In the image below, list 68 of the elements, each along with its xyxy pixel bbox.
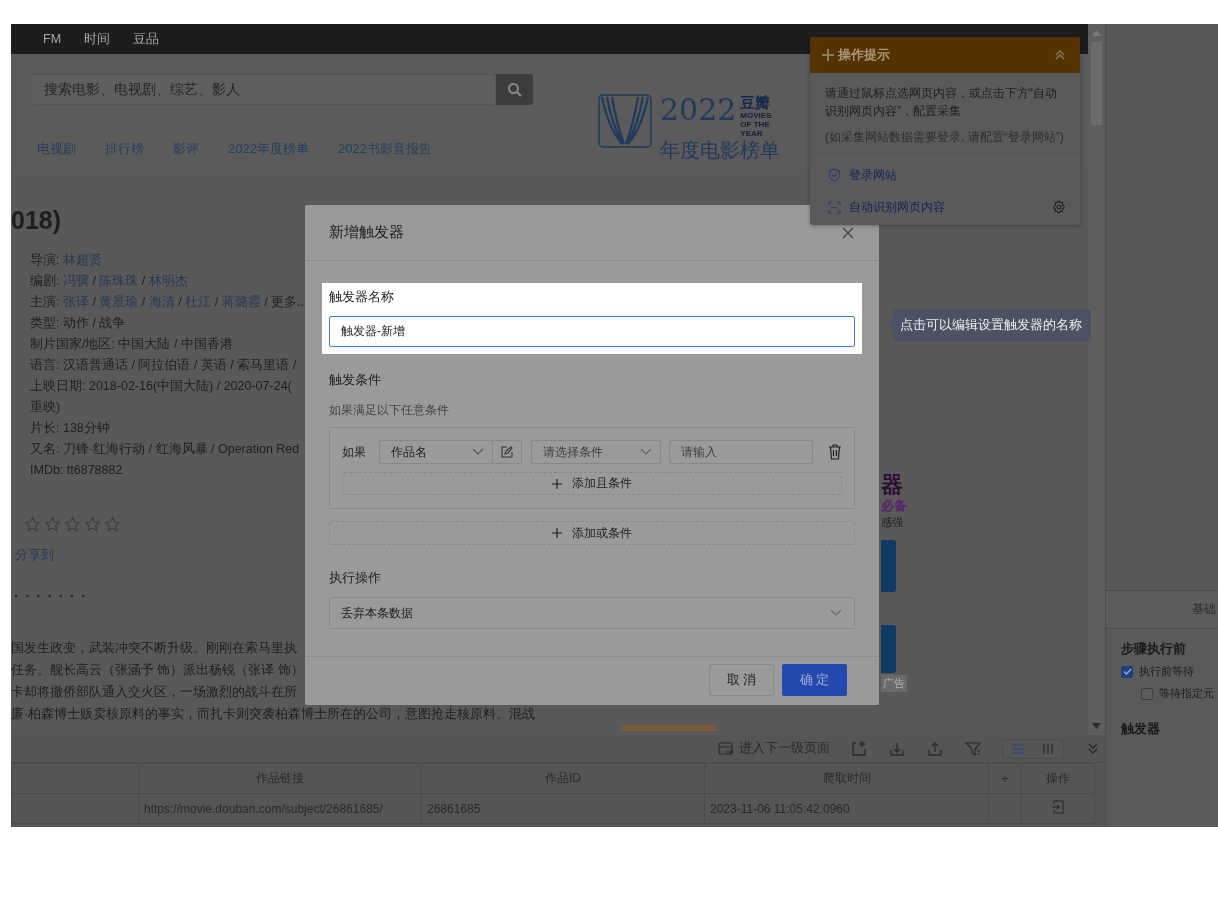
condition-prefix: 如果 bbox=[342, 443, 367, 461]
confirm-button[interactable]: 确 定 bbox=[782, 664, 847, 696]
scan-icon bbox=[828, 200, 841, 214]
value-field[interactable]: 请输入 bbox=[669, 440, 814, 464]
up-arrow-icon[interactable] bbox=[1092, 30, 1101, 36]
ad-title: 器 bbox=[881, 472, 904, 498]
condition-select[interactable]: 请选择条件 bbox=[531, 440, 662, 464]
checkbox[interactable] bbox=[1141, 687, 1153, 700]
panel-title: 操作提示 bbox=[838, 46, 891, 64]
action-select[interactable]: 丢弃本条数据 bbox=[329, 597, 855, 629]
edit-icon bbox=[501, 446, 513, 458]
field-select[interactable]: 作品名 bbox=[378, 440, 493, 464]
filter-icon[interactable] bbox=[964, 739, 982, 758]
search-icon bbox=[506, 81, 523, 98]
conditions-hint: 如果满足以下任意条件 bbox=[329, 403, 450, 417]
movie-title: 018) bbox=[11, 206, 62, 234]
section-title: 触发条件 bbox=[329, 372, 382, 388]
cancel-button[interactable]: 取 消 bbox=[709, 664, 774, 696]
add-page-icon[interactable] bbox=[850, 739, 868, 758]
dialog-title: 新增触发器 bbox=[329, 223, 405, 242]
section-heading: 步骤执行前 bbox=[1121, 641, 1187, 657]
ad-button[interactable] bbox=[881, 540, 896, 592]
close-button[interactable] bbox=[841, 225, 855, 240]
more-link[interactable]: 更多.. bbox=[271, 295, 305, 309]
tooltip: 点击可以编辑设置触发器的名称 bbox=[893, 309, 1091, 341]
star-icon bbox=[24, 516, 41, 533]
shield-icon bbox=[828, 168, 841, 182]
ad-highlight: 必备 bbox=[881, 498, 908, 514]
field-label: 触发器名称 bbox=[329, 290, 395, 305]
scrollbar[interactable] bbox=[1088, 24, 1105, 735]
settings-icon[interactable] bbox=[1052, 200, 1066, 214]
search-button[interactable] bbox=[496, 74, 533, 105]
topbar-link[interactable]: 时间 bbox=[84, 30, 111, 48]
section-heading: 触发器 bbox=[1121, 721, 1161, 737]
star-icon bbox=[84, 516, 101, 533]
section-title: 执行操作 bbox=[329, 570, 382, 586]
move-icon[interactable] bbox=[822, 49, 834, 61]
star-icon bbox=[104, 516, 121, 533]
checkbox[interactable] bbox=[1121, 665, 1133, 678]
logo-tagline: MOVIES OF THE YEAR bbox=[740, 111, 773, 138]
topbar-link[interactable]: FM bbox=[43, 32, 62, 46]
logo-brand: 豆瓣 bbox=[740, 94, 772, 111]
exit-icon[interactable] bbox=[1051, 800, 1065, 814]
panel-link[interactable]: 登录网站 bbox=[849, 166, 1066, 184]
info-line: IMDb: tt6878882 bbox=[30, 462, 123, 479]
add-or-button[interactable]: 添加或条件 bbox=[329, 521, 855, 545]
curtain-icon bbox=[598, 94, 652, 148]
star-icon bbox=[44, 516, 61, 533]
section-dots: · · · · · · · bbox=[14, 588, 87, 604]
logo-subtitle: 年度电影榜单 bbox=[660, 138, 781, 162]
ad-label: 广告 bbox=[881, 675, 907, 692]
edit-button[interactable] bbox=[492, 440, 523, 464]
chevron-down-icon bbox=[830, 609, 842, 617]
panel-link[interactable]: 自动识别网页内容 bbox=[849, 198, 1044, 216]
plus-icon bbox=[552, 528, 562, 538]
down-arrow-icon[interactable] bbox=[1092, 723, 1101, 729]
plus-icon bbox=[552, 478, 562, 489]
trigger-name-field[interactable]: 触发器-新增 bbox=[329, 316, 855, 347]
star-icon bbox=[64, 516, 81, 533]
collapse-icon[interactable] bbox=[1054, 49, 1066, 61]
trash-icon[interactable] bbox=[828, 444, 842, 460]
add-and-button[interactable]: 添加且条件 bbox=[342, 472, 842, 495]
ad-button[interactable] bbox=[881, 625, 896, 673]
chevron-down-icon bbox=[471, 448, 484, 456]
chevron-down-icon bbox=[640, 448, 653, 456]
logo-year: 2022 bbox=[660, 94, 737, 126]
topbar-link[interactable]: 豆品 bbox=[133, 30, 160, 48]
column-header: + bbox=[988, 763, 1022, 794]
